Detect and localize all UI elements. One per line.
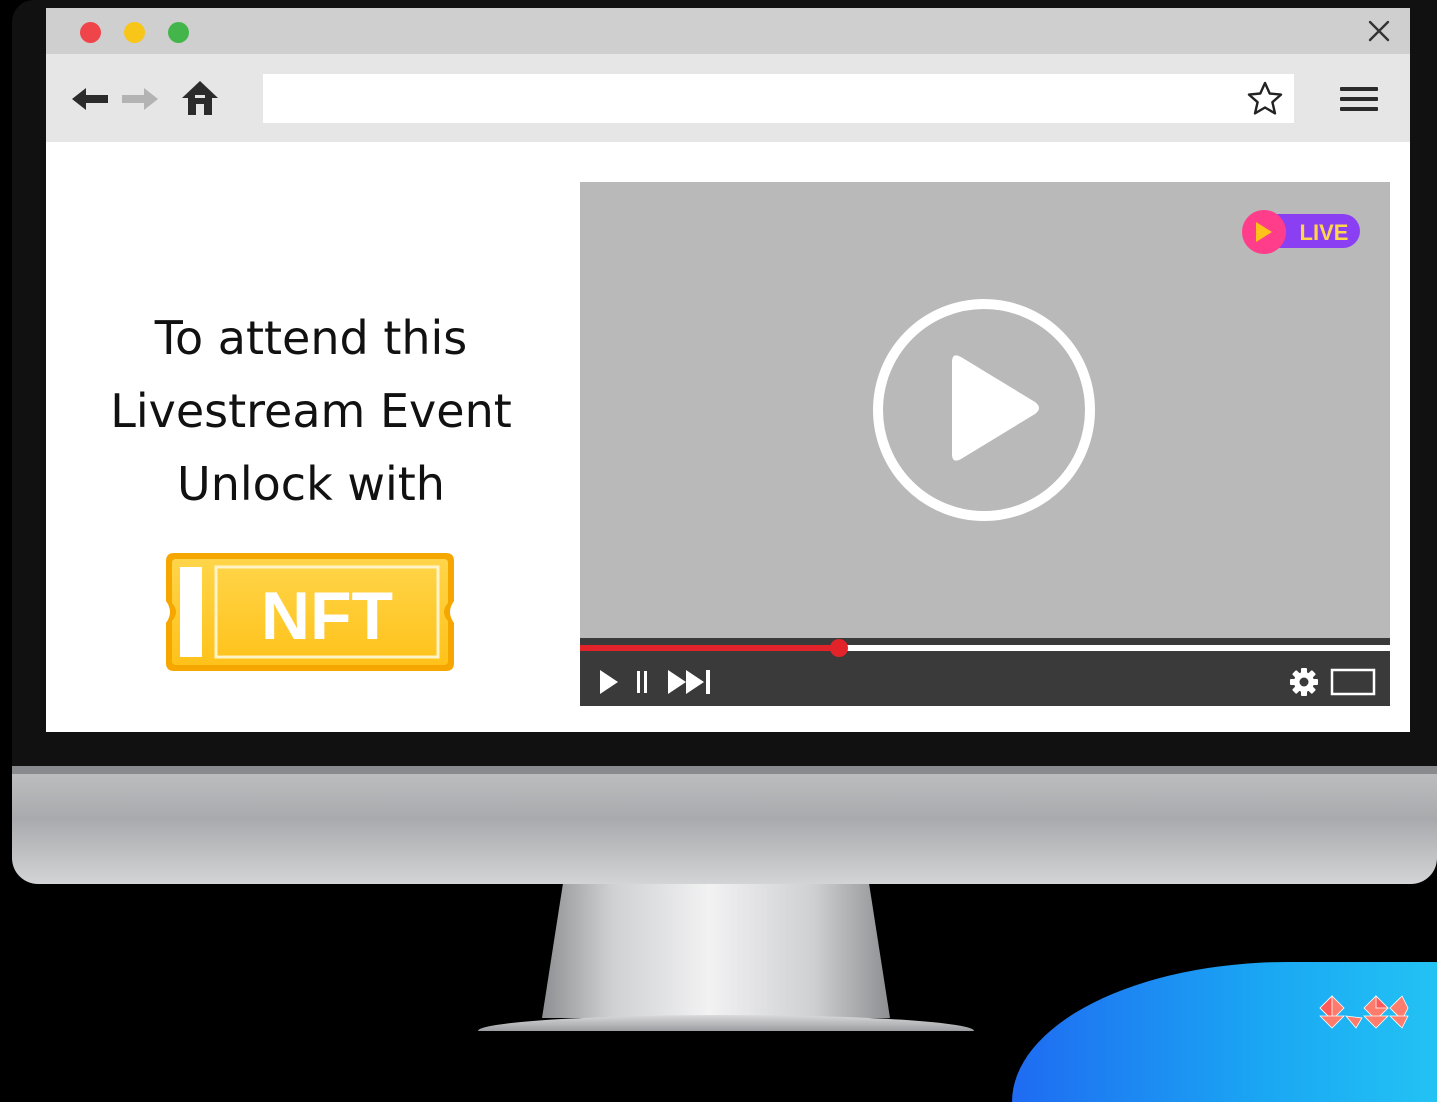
play-icon[interactable]	[598, 667, 620, 697]
progress-handle[interactable]	[830, 639, 849, 657]
page-content: To attend this Livestream Event Unlock w…	[46, 142, 1410, 732]
back-arrow-icon[interactable]	[70, 84, 110, 114]
home-icon[interactable]	[180, 78, 220, 118]
headline-line-2: Livestream Event	[110, 384, 512, 438]
skip-next-icon[interactable]	[666, 667, 714, 697]
bookmark-star-icon[interactable]	[1246, 80, 1284, 118]
browser-toolbar	[46, 54, 1410, 142]
close-icon[interactable]	[1364, 16, 1394, 46]
progress-bar[interactable]	[580, 638, 1390, 657]
minimize-window-button[interactable]	[124, 22, 145, 43]
monitor-chin	[12, 766, 1437, 884]
settings-gear-icon[interactable]	[1288, 667, 1320, 697]
live-badge-label: LIVE	[1300, 220, 1349, 245]
decorative-wave	[1012, 962, 1437, 1102]
address-bar[interactable]	[263, 74, 1294, 123]
video-player[interactable]: LIVE	[580, 182, 1390, 706]
browser-titlebar	[46, 8, 1410, 54]
nft-ticket-label: NFT	[261, 578, 393, 654]
maximize-window-button[interactable]	[168, 22, 189, 43]
video-controls	[580, 657, 1390, 706]
live-badge: LIVE	[1242, 210, 1360, 254]
fullscreen-icon[interactable]	[1330, 667, 1376, 697]
headline-line-1: To attend this	[154, 311, 468, 365]
browser-window: To attend this Livestream Event Unlock w…	[46, 8, 1410, 732]
brand-logo	[1319, 995, 1409, 1029]
headline-line-3: Unlock with	[177, 457, 445, 511]
event-headline: To attend this Livestream Event Unlock w…	[76, 302, 546, 521]
hamburger-menu-icon[interactable]	[1338, 84, 1380, 114]
big-play-button[interactable]	[870, 296, 1098, 524]
monitor-stand	[542, 884, 890, 1018]
close-window-button[interactable]	[80, 22, 101, 43]
pause-icon[interactable]	[634, 667, 650, 697]
nft-ticket-button[interactable]: NFT	[162, 549, 458, 675]
progress-fill	[580, 645, 840, 651]
forward-arrow-icon[interactable]	[120, 84, 160, 114]
